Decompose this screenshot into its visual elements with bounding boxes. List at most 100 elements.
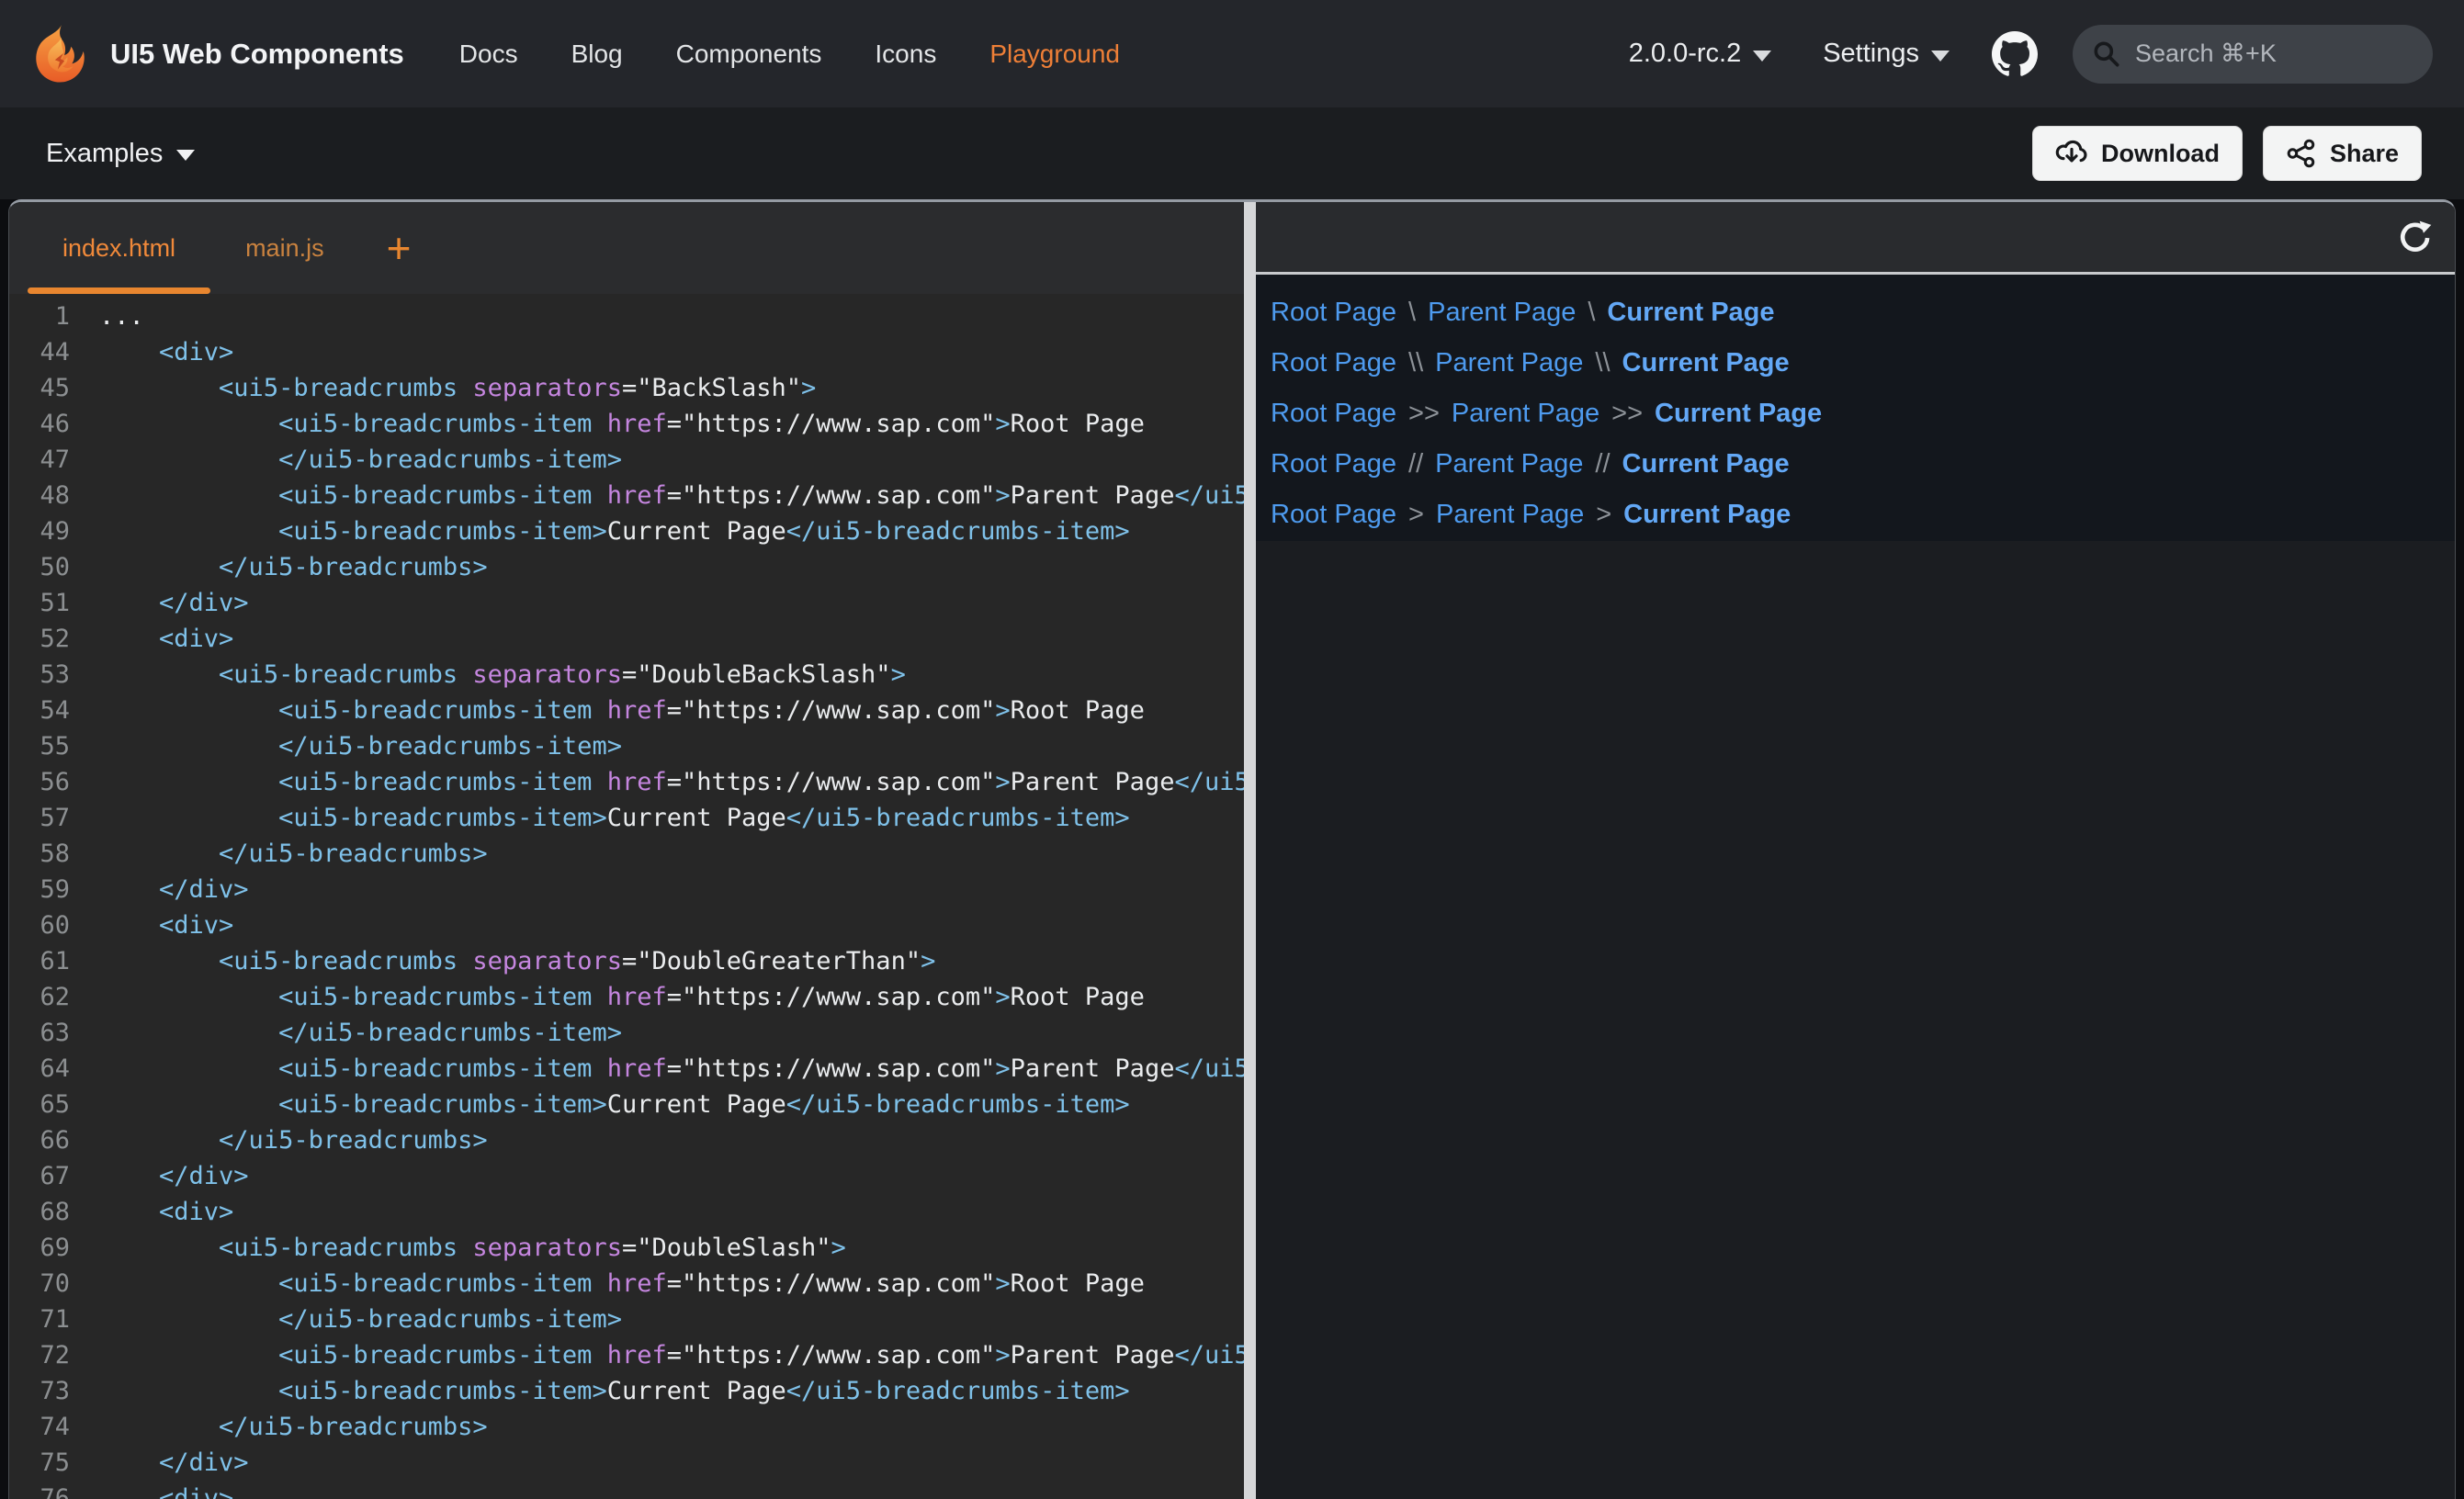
line-number: 69 — [9, 1230, 70, 1266]
breadcrumb-link-parent[interactable]: Parent Page — [1435, 348, 1583, 378]
code-line-content: </div> — [99, 872, 249, 907]
code-token: Parent Page — [1011, 768, 1175, 796]
line-number: 60 — [9, 907, 70, 943]
code-line[interactable]: 1... — [9, 299, 1244, 334]
version-dropdown[interactable]: 2.0.0-rc.2 — [1629, 39, 1772, 69]
nav-link-blog[interactable]: Blog — [571, 39, 623, 69]
breadcrumb-link-root[interactable]: Root Page — [1271, 399, 1396, 429]
breadcrumb-link-parent[interactable]: Parent Page — [1436, 500, 1584, 530]
code-line[interactable]: 59 </div> — [9, 872, 1244, 907]
tab-main.js[interactable]: main.js — [210, 202, 359, 294]
code-line-content: </ui5-breadcrumbs> — [99, 1409, 488, 1445]
line-number: 52 — [9, 621, 70, 657]
code-line-content: <ui5-breadcrumbs-item href="https://www.… — [99, 693, 1145, 728]
code-line[interactable]: 46 <ui5-breadcrumbs-item href="https://w… — [9, 406, 1244, 442]
code-token: ="https://www.sap.com" — [667, 1269, 996, 1298]
code-token: > — [995, 1054, 1010, 1083]
code-line[interactable]: 61 <ui5-breadcrumbs separators="DoubleGr… — [9, 943, 1244, 979]
ui5-logo-icon[interactable] — [31, 24, 92, 85]
breadcrumb-separator: > — [1408, 500, 1424, 530]
code-token: <div> — [159, 911, 233, 940]
github-icon[interactable] — [1992, 31, 2038, 77]
line-number: 61 — [9, 943, 70, 979]
settings-dropdown[interactable]: Settings — [1823, 39, 1950, 69]
code-line[interactable]: 48 <ui5-breadcrumbs-item href="https://w… — [9, 478, 1244, 513]
breadcrumb-link-root[interactable]: Root Page — [1271, 348, 1396, 378]
code-line[interactable]: 54 <ui5-breadcrumbs-item href="https://w… — [9, 693, 1244, 728]
code-line[interactable]: 60 <div> — [9, 907, 1244, 943]
code-token: href — [607, 410, 667, 438]
nav-link-playground[interactable]: Playground — [989, 39, 1120, 69]
code-token: Current Page — [607, 1090, 786, 1119]
code-line[interactable]: 47 </ui5-breadcrumbs-item> — [9, 442, 1244, 478]
code-line[interactable]: 64 <ui5-breadcrumbs-item href="https://w… — [9, 1051, 1244, 1087]
breadcrumb-link-parent[interactable]: Parent Page — [1428, 298, 1576, 328]
breadcrumb-link-parent[interactable]: Parent Page — [1435, 449, 1583, 479]
breadcrumb-link-root[interactable]: Root Page — [1271, 449, 1396, 479]
code-line[interactable]: 65 <ui5-breadcrumbs-item>Current Page</u… — [9, 1087, 1244, 1122]
line-number: 1 — [9, 299, 70, 334]
code-line[interactable]: 76 <div> — [9, 1481, 1244, 1499]
share-button[interactable]: Share — [2263, 126, 2422, 181]
code-line[interactable]: 62 <ui5-breadcrumbs-item href="https://w… — [9, 979, 1244, 1015]
code-line[interactable]: 70 <ui5-breadcrumbs-item href="https://w… — [9, 1266, 1244, 1302]
download-button[interactable]: Download — [2032, 126, 2243, 181]
code-line[interactable]: 52 <div> — [9, 621, 1244, 657]
nav-link-icons[interactable]: Icons — [875, 39, 936, 69]
line-number: 47 — [9, 442, 70, 478]
code-token — [99, 1484, 159, 1499]
examples-label: Examples — [46, 139, 163, 169]
line-number: 56 — [9, 764, 70, 800]
code-editor[interactable]: 1...44 <div>45 <ui5-breadcrumbs separato… — [9, 294, 1244, 1499]
breadcrumb-link-root[interactable]: Root Page — [1271, 500, 1396, 530]
code-token: separators — [472, 947, 622, 975]
code-line-content: <div> — [99, 334, 233, 370]
code-line-content: <div> — [99, 1194, 233, 1230]
breadcrumb-link-parent[interactable]: Parent Page — [1452, 399, 1599, 429]
code-line[interactable]: 57 <ui5-breadcrumbs-item>Current Page</u… — [9, 800, 1244, 836]
search-placeholder: Search ⌘+K — [2135, 39, 2277, 68]
nav-link-docs[interactable]: Docs — [459, 39, 518, 69]
code-line[interactable]: 66 </ui5-breadcrumbs> — [9, 1122, 1244, 1158]
code-line[interactable]: 74 </ui5-breadcrumbs> — [9, 1409, 1244, 1445]
line-number: 65 — [9, 1087, 70, 1122]
code-line[interactable]: 51 </div> — [9, 585, 1244, 621]
code-line-content: <div> — [99, 907, 233, 943]
pane-divider[interactable] — [1244, 202, 1256, 1499]
code-line[interactable]: 53 <ui5-breadcrumbs separators="DoubleBa… — [9, 657, 1244, 693]
code-line[interactable]: 75 </div> — [9, 1445, 1244, 1481]
code-line[interactable]: 67 </div> — [9, 1158, 1244, 1194]
code-line-content: <ui5-breadcrumbs-item href="https://www.… — [99, 1337, 1244, 1373]
code-line[interactable]: 71 </ui5-breadcrumbs-item> — [9, 1302, 1244, 1337]
code-token: <div> — [159, 625, 233, 653]
code-token: Root Page — [1011, 410, 1145, 438]
code-line[interactable]: 49 <ui5-breadcrumbs-item>Current Page</u… — [9, 513, 1244, 549]
code-line[interactable]: 56 <ui5-breadcrumbs-item href="https://w… — [9, 764, 1244, 800]
code-line[interactable]: 55 </ui5-breadcrumbs-item> — [9, 728, 1244, 764]
code-line[interactable]: 73 <ui5-breadcrumbs-item>Current Page</u… — [9, 1373, 1244, 1409]
code-token: ="https://www.sap.com" — [667, 410, 996, 438]
nav-link-components[interactable]: Components — [676, 39, 822, 69]
code-line[interactable]: 50 </ui5-breadcrumbs> — [9, 549, 1244, 585]
code-line[interactable]: 69 <ui5-breadcrumbs separators="DoubleSl… — [9, 1230, 1244, 1266]
code-line[interactable]: 58 </ui5-breadcrumbs> — [9, 836, 1244, 872]
code-token: <ui5-breadcrumbs — [219, 947, 458, 975]
line-number: 50 — [9, 549, 70, 585]
code-token: Current Page — [607, 1377, 786, 1405]
tab-index.html[interactable]: index.html — [28, 202, 210, 294]
download-label: Download — [2101, 140, 2220, 168]
search-input[interactable]: Search ⌘+K — [2073, 25, 2433, 84]
breadcrumb-link-root[interactable]: Root Page — [1271, 298, 1396, 328]
code-line[interactable]: 45 <ui5-breadcrumbs separators="BackSlas… — [9, 370, 1244, 406]
add-tab-button[interactable]: + — [359, 202, 439, 294]
code-token — [99, 1054, 278, 1083]
code-line[interactable]: 44 <div> — [9, 334, 1244, 370]
examples-dropdown[interactable]: Examples — [46, 139, 195, 169]
code-token: <div> — [159, 1484, 233, 1499]
code-line[interactable]: 68 <div> — [9, 1194, 1244, 1230]
refresh-icon[interactable] — [2396, 218, 2435, 256]
code-line[interactable]: 72 <ui5-breadcrumbs-item href="https://w… — [9, 1337, 1244, 1373]
code-line[interactable]: 63 </ui5-breadcrumbs-item> — [9, 1015, 1244, 1051]
code-token — [99, 1090, 278, 1119]
breadcrumb-row: Root Page\\Parent Page\\Current Page — [1271, 338, 2455, 389]
